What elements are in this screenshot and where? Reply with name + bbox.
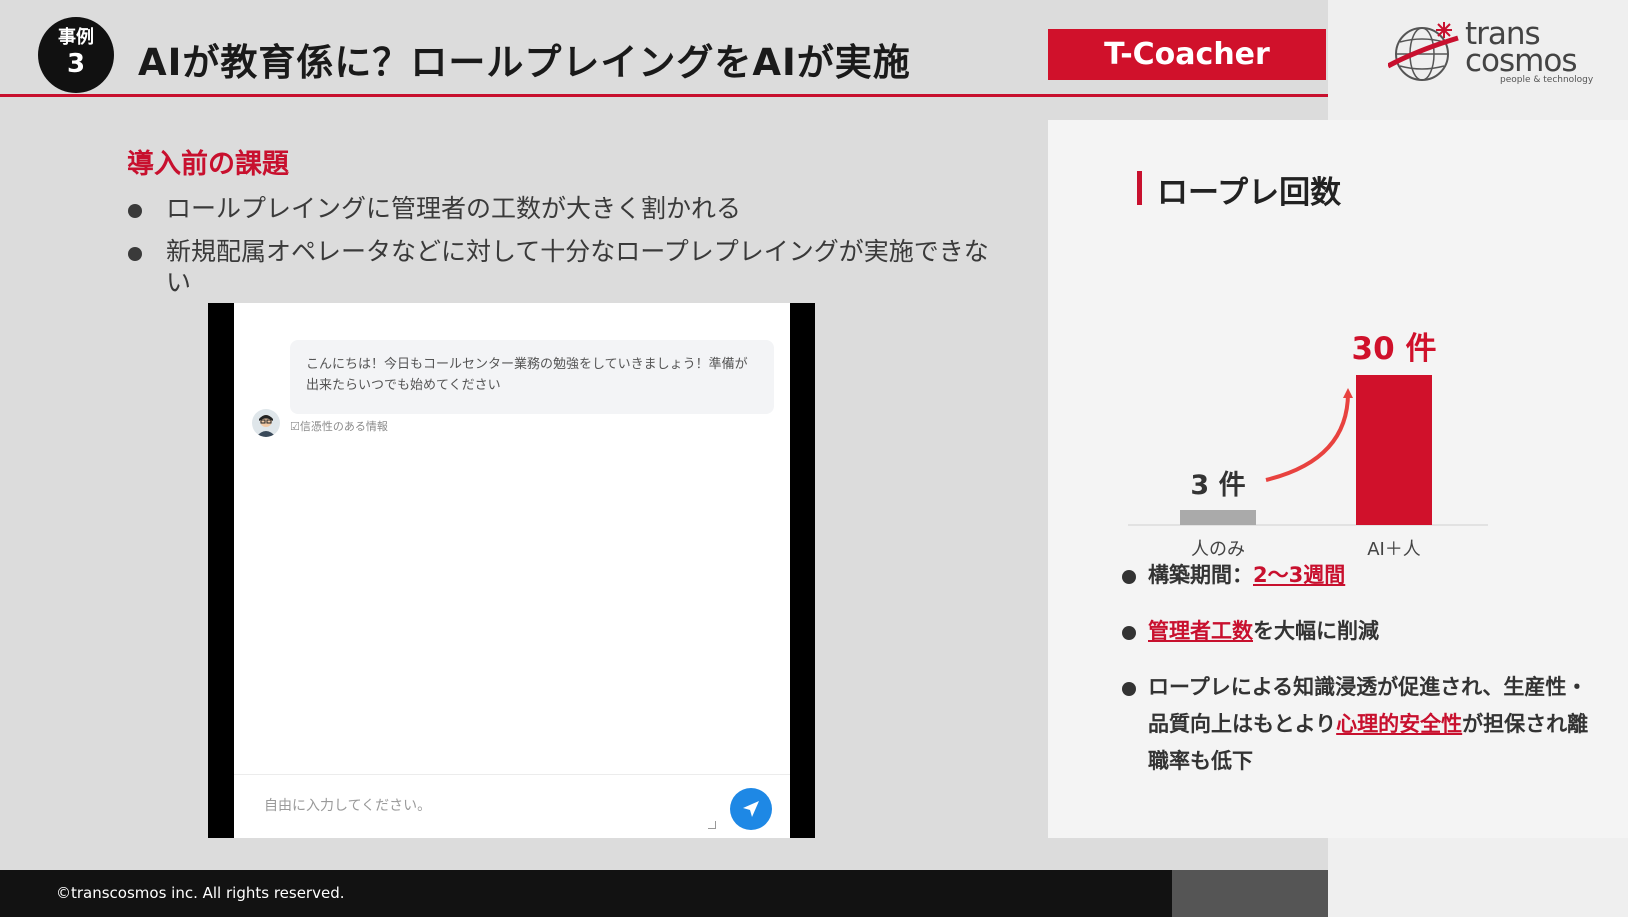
bullet-dot-icon — [128, 204, 142, 218]
send-button[interactable] — [730, 788, 772, 830]
chat-window: こんにちは！今日もコールセンター業務の勉強をしていきましょう！準備が出来たらいつ… — [234, 303, 790, 838]
reliability-note: ☑信憑性のある情報 — [290, 420, 388, 433]
bot-avatar — [252, 409, 280, 437]
header-divider — [0, 94, 1328, 97]
bullet-dot-icon — [1122, 570, 1136, 584]
results-list: 構築期間：2〜3週間 管理者工数を大幅に削減 ロープレによる知識浸透が促進され、… — [1122, 557, 1602, 799]
resize-handle[interactable] — [708, 821, 716, 829]
bar-ai-plus-human — [1356, 375, 1432, 525]
logo-tagline: people & technology — [1500, 75, 1594, 85]
result-text: を大幅に削減 — [1253, 619, 1379, 643]
chart-title: ロープレ回数 — [1157, 175, 1342, 211]
chat-screenshot: こんにちは！今日もコールセンター業務の勉強をしていきましょう！準備が出来たらいつ… — [208, 303, 815, 838]
logo-word-cosmos: cosmos — [1465, 43, 1577, 79]
transcosmos-logo: trans cosmos people & technology — [1388, 18, 1593, 88]
roleplay-count-chart: 3 件人のみ30 件AI＋人 — [1128, 331, 1488, 560]
challenges-title: 導入前の課題 — [127, 149, 289, 180]
challenge-text: ロールプレイングに管理者の工数が大きく割かれる — [166, 194, 742, 223]
page-title: AIが教育係に？ロールプレイングをAIが実施 — [138, 41, 911, 84]
bullet-dot-icon — [1122, 626, 1136, 640]
growth-arrow — [1265, 388, 1353, 482]
footer-white-block — [1328, 870, 1628, 917]
bullet-dot-icon — [1122, 682, 1136, 696]
challenge-item: 新規配属オペレータなどに対して十分なロープレプレイングが実施できない — [128, 236, 1008, 298]
result-highlight: 2〜3週間 — [1253, 563, 1346, 587]
person-avatar-icon — [256, 415, 276, 437]
chat-input[interactable] — [264, 791, 704, 821]
challenge-text: 新規配属オペレータなどに対して十分なロープレプレイングが実施できない — [166, 237, 989, 297]
bullet-dot-icon — [128, 247, 142, 261]
chart-title-accent — [1137, 171, 1142, 205]
case-number: 3 — [66, 49, 86, 79]
result-item: 構築期間：2〜3週間 — [1122, 557, 1602, 594]
globe-icon — [1388, 22, 1459, 81]
bar-value-label: 3 件 — [1190, 470, 1245, 501]
bar-human-only — [1180, 510, 1256, 525]
copyright: ©transcosmos inc. All rights reserved. — [56, 884, 345, 902]
case-label: 事例 — [58, 27, 94, 48]
case-badge: 事例 3 — [38, 17, 114, 93]
result-text: 構築期間： — [1148, 563, 1253, 587]
footer: ©transcosmos inc. All rights reserved. — [0, 870, 1628, 917]
result-highlight: 管理者工数 — [1148, 619, 1253, 643]
challenge-list: ロールプレイングに管理者の工数が大きく割かれる 新規配属オペレータなどに対して十… — [128, 193, 1008, 310]
bot-message-bubble: こんにちは！今日もコールセンター業務の勉強をしていきましょう！準備が出来たらいつ… — [290, 340, 774, 414]
result-highlight: 心理的安全性 — [1336, 712, 1463, 736]
result-item: ロープレによる知識浸透が促進され、生産性・品質向上はもとより心理的安全性が担保さ… — [1122, 669, 1602, 780]
chat-input-area — [234, 774, 790, 838]
result-item: 管理者工数を大幅に削減 — [1122, 613, 1602, 650]
bar-value-label: 30 件 — [1352, 331, 1437, 367]
send-icon — [743, 801, 759, 817]
footer-gray-block — [1172, 870, 1328, 917]
results-panel: ロープレ回数 3 件人のみ 30 件 AI＋人 構築期間：2〜3週間 管理者工数を大… — [1048, 120, 1628, 838]
challenge-item: ロールプレイングに管理者の工数が大きく割かれる — [128, 193, 1008, 224]
product-badge: T-Coacher — [1048, 29, 1326, 80]
